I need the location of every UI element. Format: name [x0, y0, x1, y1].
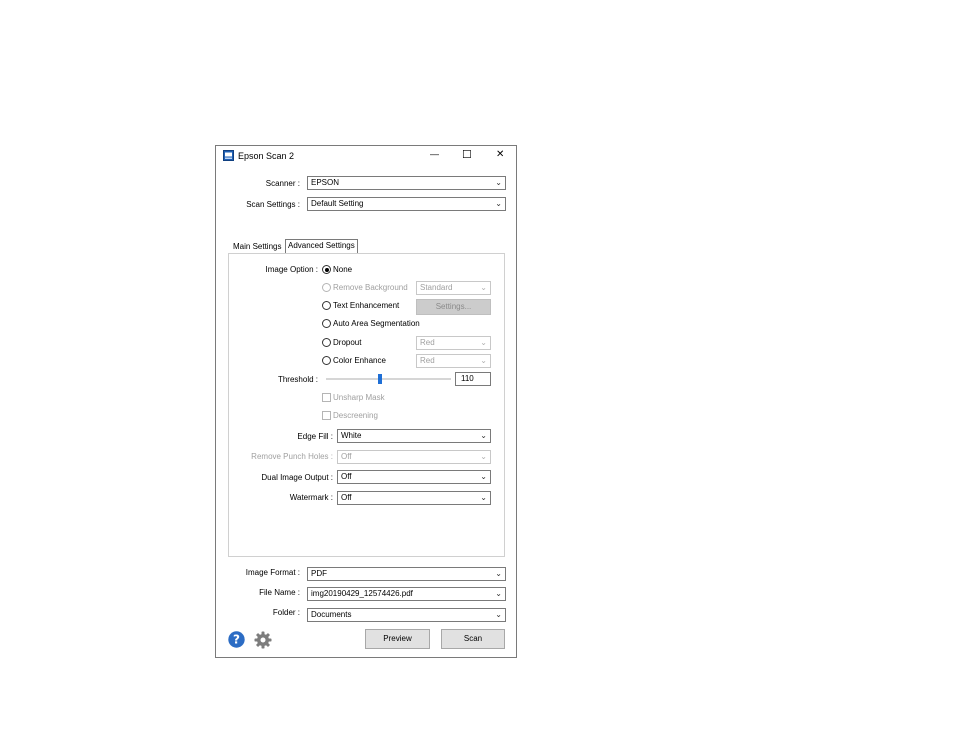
image-format-value: PDF [311, 569, 327, 578]
scanner-label: Scanner : [265, 179, 300, 188]
remove-background-select[interactable]: Standard ⌄ [416, 281, 491, 295]
file-name-select[interactable]: img20190429_12574426.pdf ⌄ [307, 587, 506, 601]
chevron-down-icon: ⌄ [480, 493, 487, 502]
scan-settings-select[interactable]: Default Setting ⌄ [307, 197, 506, 211]
color-enhance-radio[interactable] [322, 356, 331, 365]
epson-scan-app-icon [223, 150, 234, 161]
descreening-label: Descreening [333, 411, 378, 420]
dual-image-output-select[interactable]: Off ⌄ [337, 470, 491, 484]
maximize-button[interactable]: ☐ [462, 148, 472, 161]
threshold-slider-track[interactable] [326, 378, 451, 380]
unsharp-mask-checkbox[interactable] [322, 393, 331, 402]
threshold-value-field[interactable]: 110 [455, 372, 491, 386]
chevron-down-icon: ⌄ [495, 178, 502, 187]
chevron-down-icon: ⌄ [495, 610, 502, 619]
remove-punch-holes-select[interactable]: Off ⌄ [337, 450, 491, 464]
threshold-label: Threshold : [277, 375, 318, 384]
dropout-radio[interactable] [322, 338, 331, 347]
remove-background-label: Remove Background [333, 283, 408, 292]
text-enhancement-settings-button[interactable]: Settings... [416, 299, 491, 315]
color-enhance-label: Color Enhance [333, 356, 386, 365]
tab-main-settings[interactable]: Main Settings [233, 241, 281, 253]
remove-background-value: Standard [420, 283, 453, 292]
file-name-label: File Name : [259, 588, 300, 597]
remove-punch-holes-label: Remove Punch Holes : [251, 452, 333, 461]
chevron-down-icon: ⌄ [480, 356, 487, 365]
svg-text:?: ? [233, 633, 240, 647]
dropout-color-select[interactable]: Red ⌄ [416, 336, 491, 350]
chevron-down-icon: ⌄ [480, 431, 487, 440]
none-radio[interactable] [322, 265, 331, 274]
scan-button[interactable]: Scan [441, 629, 505, 649]
text-enhancement-label: Text Enhancement [333, 301, 400, 310]
color-enhance-value: Red [420, 356, 435, 365]
edge-fill-value: White [341, 431, 362, 440]
edge-fill-select[interactable]: White ⌄ [337, 429, 491, 443]
file-name-value: img20190429_12574426.pdf [311, 589, 413, 598]
chevron-down-icon: ⌄ [480, 452, 487, 461]
threshold-value: 110 [461, 374, 474, 383]
question-icon[interactable]: ? [228, 631, 245, 648]
chevron-down-icon: ⌄ [495, 199, 502, 208]
window-title: Epson Scan 2 [238, 151, 295, 161]
auto-area-segmentation-label: Auto Area Segmentation [333, 319, 420, 328]
preview-button[interactable]: Preview [365, 629, 430, 649]
dual-image-output-value: Off [341, 472, 352, 481]
dropout-label: Dropout [333, 338, 362, 347]
dual-image-output-label: Dual Image Output : [261, 473, 333, 482]
text-enhancement-radio[interactable] [322, 301, 331, 310]
descreening-checkbox[interactable] [322, 411, 331, 420]
unsharp-mask-label: Unsharp Mask [333, 393, 385, 402]
tab-advanced-settings[interactable]: Advanced Settings [285, 239, 358, 254]
scanner-value: EPSON [311, 178, 340, 187]
none-label: None [333, 265, 353, 274]
threshold-slider-thumb[interactable] [377, 374, 382, 384]
gear-icon[interactable] [254, 631, 272, 649]
title-bar: Epson Scan 2 — ☐ ✕ [216, 146, 516, 166]
chevron-down-icon: ⌄ [495, 569, 502, 578]
edge-fill-label: Edge Fill : [297, 432, 333, 441]
color-enhance-select[interactable]: Red ⌄ [416, 354, 491, 368]
folder-select[interactable]: Documents ⌄ [307, 608, 506, 622]
image-format-select[interactable]: PDF ⌄ [307, 567, 506, 581]
chevron-down-icon: ⌄ [480, 338, 487, 347]
chevron-down-icon: ⌄ [495, 589, 502, 598]
dropout-color-value: Red [420, 338, 435, 347]
remove-background-radio[interactable] [322, 283, 331, 292]
watermark-select[interactable]: Off ⌄ [337, 491, 491, 505]
minimize-button[interactable]: — [430, 149, 439, 159]
chevron-down-icon: ⌄ [480, 283, 487, 292]
folder-value: Documents [311, 610, 352, 619]
folder-label: Folder : [272, 608, 300, 617]
image-option-label: Image Option : [265, 265, 318, 274]
scan-settings-value: Default Setting [311, 199, 364, 208]
watermark-value: Off [341, 493, 352, 502]
remove-punch-holes-value: Off [341, 452, 352, 461]
close-button[interactable]: ✕ [496, 149, 504, 160]
chevron-down-icon: ⌄ [480, 472, 487, 481]
watermark-label: Watermark : [289, 493, 333, 502]
scanner-select[interactable]: EPSON ⌄ [307, 176, 506, 190]
image-format-label: Image Format : [245, 568, 300, 577]
scan-settings-label: Scan Settings : [246, 200, 300, 209]
auto-area-segmentation-radio[interactable] [322, 319, 331, 328]
